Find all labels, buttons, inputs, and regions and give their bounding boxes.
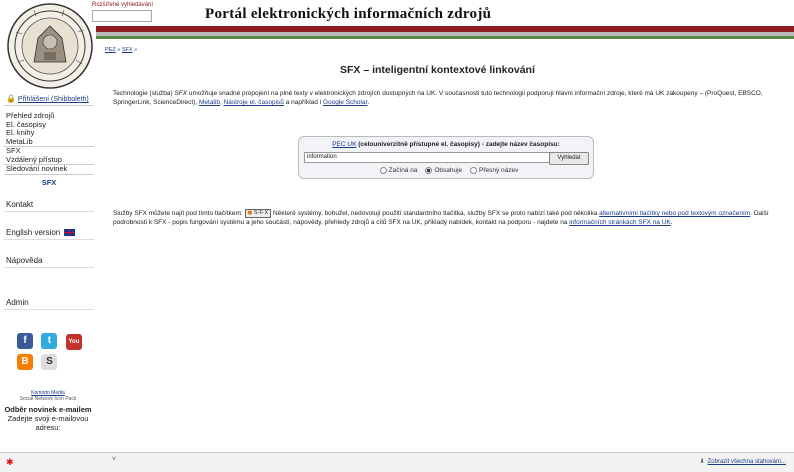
match-type-radios: Začíná na Obsahuje Přesný název xyxy=(299,167,593,174)
breadcrumb: PEZ » SFX » xyxy=(105,47,137,53)
sfx-button-label: S·F·X xyxy=(253,210,269,216)
radio-label: Přesný název xyxy=(478,167,519,175)
download-arrow-icon: ⬇ xyxy=(699,459,705,465)
download-bar: ✱ ˅ ⬇ Zobrazit všechna stahování... xyxy=(0,452,794,472)
sfx-info-paragraph: Služby SFX můžete najít pod tímto tlačít… xyxy=(113,209,783,227)
intro-paragraph: Technologie (služba) SFX umožňuje snadné… xyxy=(113,89,783,107)
breadcrumb-sep: » xyxy=(134,47,138,53)
uk-flag-icon xyxy=(64,228,76,236)
nav-news[interactable]: Sledování novinek xyxy=(4,164,94,175)
advanced-search-link[interactable]: Rozšířené vyhledávání xyxy=(92,2,153,8)
breadcrumb-sfx[interactable]: SFX xyxy=(122,47,133,53)
menu-icon[interactable]: ˅ xyxy=(112,456,116,463)
nav-english-version[interactable]: English version xyxy=(4,226,94,240)
login-link[interactable]: 🔒 Přihlášení (Shibboleth) xyxy=(4,94,94,106)
breadcrumb-pez[interactable]: PEZ xyxy=(105,47,116,53)
show-downloads-label[interactable]: Zobrazit všechna stahování... xyxy=(708,459,786,465)
newsletter-text: Zadejte svoji e-mailovou adresu: xyxy=(7,414,89,432)
radio-exact[interactable] xyxy=(469,167,477,174)
radio-label: Začíná na xyxy=(388,167,418,175)
university-seal-logo xyxy=(7,3,93,89)
journal-search-box: PEC UK (celouniverzitně přístupné el. ča… xyxy=(298,136,594,179)
intro-sfx: SFX xyxy=(174,90,188,97)
intro-text: Technologie (služba) xyxy=(113,90,175,97)
show-all-downloads-link[interactable]: ⬇ Zobrazit všechna stahování... xyxy=(700,458,786,465)
journal-search-input[interactable]: information xyxy=(304,152,550,163)
sfx-info-pages-link[interactable]: informačních stránkách SFX na UK xyxy=(569,219,671,226)
sidebar: 🔒 Přihlášení (Shibboleth) Přehled zdrojů… xyxy=(4,94,94,310)
english-label[interactable]: English version xyxy=(6,228,60,237)
info-text: Některé systémy, bohužel, nedovolují pou… xyxy=(271,210,600,218)
icon-credit: Komodo Media Social Network Icon Pack xyxy=(0,390,96,402)
ejournal-tools-link[interactable]: Nástroje el. časopisů xyxy=(224,99,284,106)
file-icon[interactable]: ✱ xyxy=(6,457,14,468)
metalib-link[interactable]: Metalib xyxy=(199,99,220,106)
newsletter-title: Odběr novinek e-mailem xyxy=(4,405,92,414)
quick-search-input[interactable] xyxy=(92,10,152,22)
login-label[interactable]: Přihlášení (Shibboleth) xyxy=(18,96,89,103)
google-scholar-link[interactable]: Google Scholar xyxy=(323,99,367,106)
info-text: . xyxy=(670,219,673,227)
breadcrumb-sep: » xyxy=(117,47,121,53)
newsletter-box: Odběr novinek e-mailem Zadejte svoji e-m… xyxy=(0,405,96,432)
info-text: Služby SFX můžete najít pod tímto tlačít… xyxy=(113,210,245,218)
nav-help[interactable]: Nápověda xyxy=(4,254,94,268)
credit-text: Social Network Icon Pack xyxy=(19,396,77,402)
nav-contact[interactable]: Kontakt xyxy=(4,198,94,212)
alternative-buttons-link[interactable]: alternativními tlačítky nebo pod textový… xyxy=(599,210,750,217)
skype-icon[interactable]: S xyxy=(41,354,58,370)
portal-title: Portál elektronických informačních zdroj… xyxy=(205,6,492,22)
active-section-label: SFX xyxy=(41,177,57,187)
lock-icon: 🔒 xyxy=(6,94,16,103)
search-label-text: (celouniverzitně přístupné el. časopisy)… xyxy=(356,141,560,148)
pec-uk-link[interactable]: PEC UK xyxy=(332,141,356,148)
nav-admin[interactable]: Admin xyxy=(4,296,94,310)
twitter-icon[interactable]: t xyxy=(41,333,58,349)
search-button[interactable]: Vyhledat xyxy=(549,152,589,165)
intro-text: a například i xyxy=(283,99,323,106)
radio-starts-with[interactable] xyxy=(379,167,387,174)
social-icons: f t You B S xyxy=(15,330,85,371)
youtube-icon[interactable]: You xyxy=(65,334,82,350)
intro-text: . xyxy=(367,99,370,106)
blogger-icon[interactable]: B xyxy=(17,354,33,370)
radio-contains[interactable] xyxy=(425,167,433,174)
facebook-icon[interactable]: f xyxy=(17,333,33,349)
page-title: SFX – inteligentní kontextové linkování xyxy=(340,64,535,76)
header-band-green xyxy=(96,36,794,39)
search-label: PEC UK (celouniverzitně přístupné el. ča… xyxy=(299,141,593,148)
sfx-button-icon[interactable]: ◉ S·F·X xyxy=(244,209,272,218)
radio-label: Obsahuje xyxy=(434,167,463,175)
